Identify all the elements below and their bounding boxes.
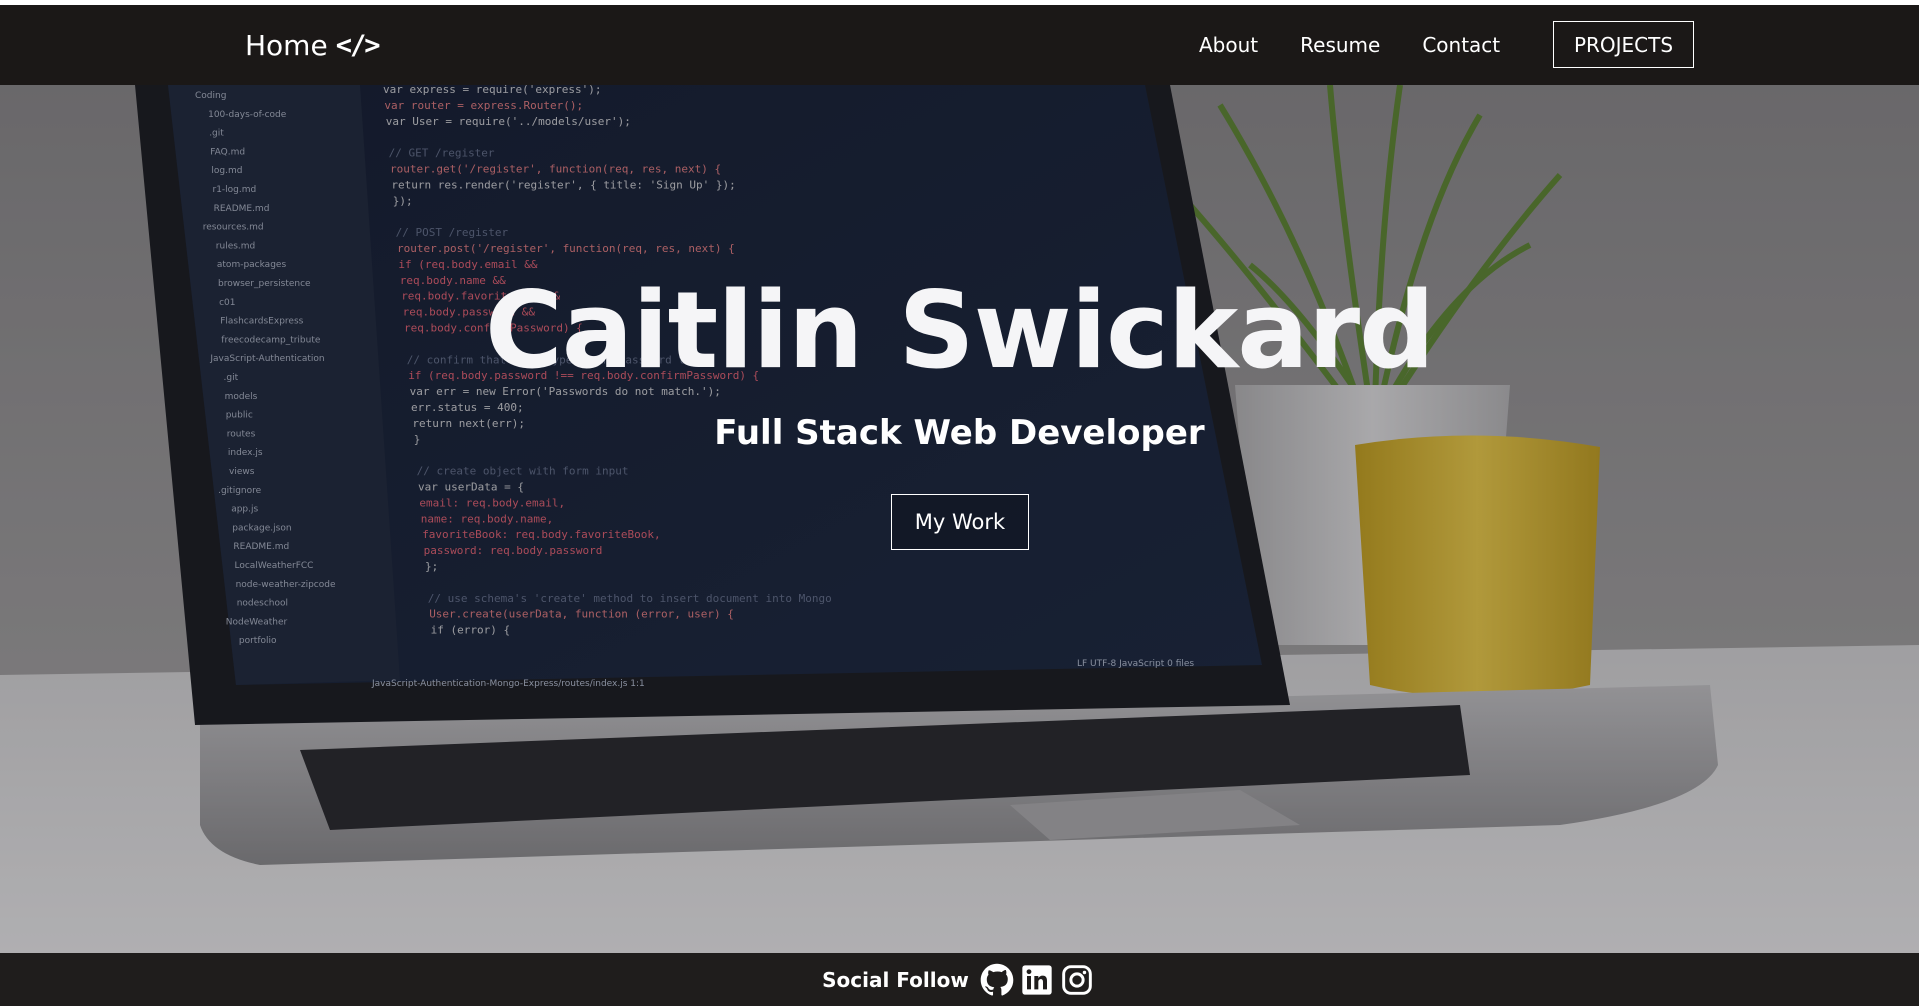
home-link[interactable]: Home </> bbox=[245, 27, 381, 63]
nav-link-about[interactable]: About bbox=[1199, 33, 1258, 57]
hero-subtitle: Full Stack Web Developer bbox=[714, 413, 1205, 453]
my-work-button[interactable]: My Work bbox=[891, 494, 1029, 550]
code-icon: </> bbox=[335, 29, 381, 61]
hero-title: Caitlin Swickard bbox=[485, 269, 1435, 392]
home-label: Home bbox=[245, 28, 328, 62]
projects-button[interactable]: PROJECTS bbox=[1553, 21, 1694, 68]
github-icon[interactable] bbox=[979, 962, 1015, 998]
social-follow-label: Social Follow bbox=[822, 967, 969, 992]
nav-links: About Resume Contact bbox=[1199, 33, 1542, 57]
navbar: Home </> About Resume Contact PROJECTS bbox=[0, 5, 1919, 85]
nav-link-contact[interactable]: Contact bbox=[1422, 33, 1500, 57]
nav-link-resume[interactable]: Resume bbox=[1300, 33, 1380, 57]
page: Home </> About Resume Contact PROJECTS C… bbox=[0, 0, 1919, 1006]
instagram-icon[interactable] bbox=[1059, 962, 1095, 998]
linkedin-icon[interactable] bbox=[1019, 962, 1055, 998]
hero-section: Coding 100-days-of-code .git FAQ.md log.md r1… bbox=[0, 85, 1919, 953]
footer: Social Follow bbox=[0, 953, 1919, 1006]
